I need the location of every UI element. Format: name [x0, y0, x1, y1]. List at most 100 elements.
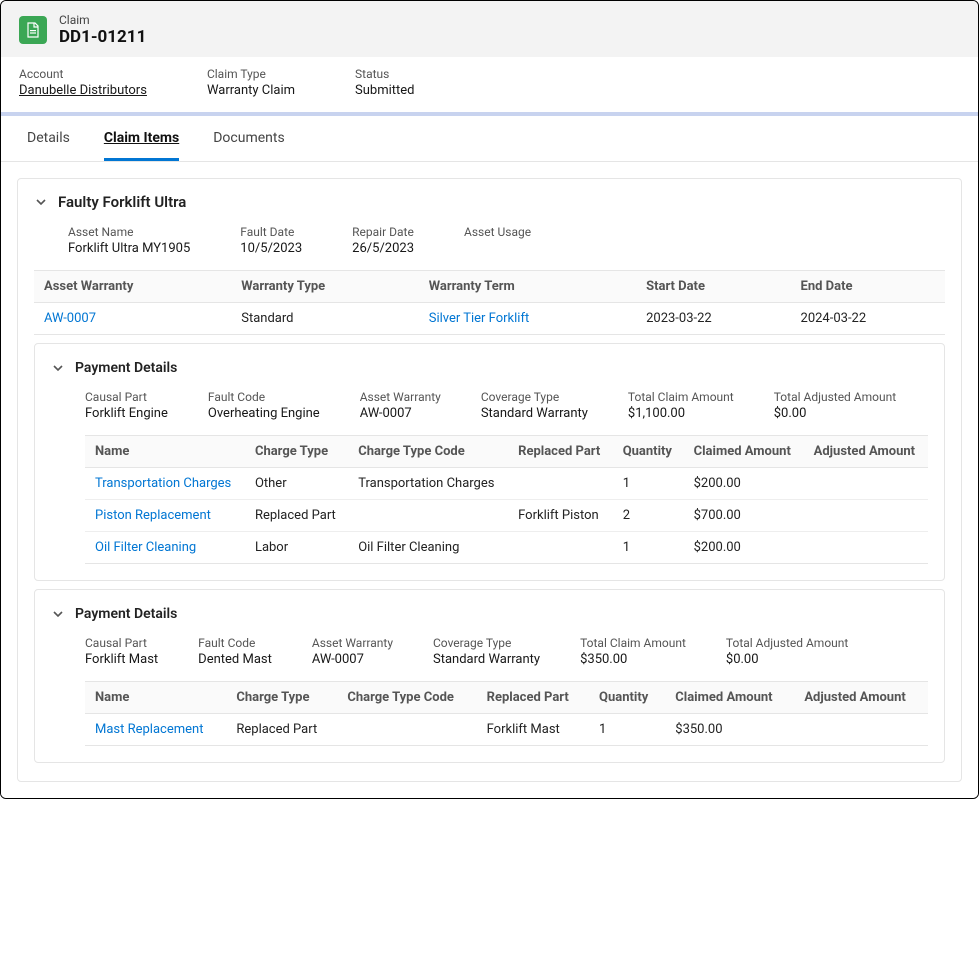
p2-total-label: Total Claim Amount — [580, 636, 686, 650]
summary-account-link[interactable]: Danubelle Distributors — [19, 83, 147, 98]
th-replaced: Replaced Part — [508, 436, 613, 468]
chevron-down-icon — [51, 608, 65, 620]
content: Faulty Forklift Ultra Asset Name Forklif… — [1, 162, 978, 798]
table-row: Piston Replacement Replaced Part Forklif… — [85, 500, 928, 532]
table-row: Transportation Charges Other Transportat… — [85, 468, 928, 500]
p1-causal-label: Causal Part — [85, 390, 168, 404]
th-charge-code: Charge Type Code — [348, 436, 508, 468]
th-name: Name — [85, 436, 245, 468]
p1-adj-label: Total Adjusted Amount — [774, 390, 896, 404]
warranty-start-value: 2023-03-22 — [636, 303, 790, 335]
summary-claim-type-value: Warranty Claim — [207, 83, 295, 98]
app-frame: Claim DD1-01211 Account Danubelle Distri… — [0, 0, 979, 799]
th-qty: Quantity — [589, 682, 665, 714]
exp-name-link[interactable]: Oil Filter Cleaning — [95, 540, 196, 555]
exp-rp — [508, 468, 613, 500]
p2-cov-value: Standard Warranty — [433, 652, 540, 667]
claim-icon — [19, 16, 47, 44]
p1-cov-value: Standard Warranty — [481, 406, 588, 421]
table-row: Oil Filter Cleaning Labor Oil Filter Cle… — [85, 532, 928, 564]
th-charge-type: Charge Type — [226, 682, 337, 714]
p1-fault-label: Fault Code — [208, 390, 320, 404]
warranty-end-value: 2024-03-22 — [791, 303, 945, 335]
p2-causal-label: Causal Part — [85, 636, 158, 650]
exp-header-row: Name Charge Type Charge Type Code Replac… — [85, 436, 928, 468]
exp-ct: Other — [245, 468, 348, 500]
payment2-fields: Causal PartForklift Mast Fault CodeDente… — [35, 630, 944, 681]
p1-causal-link[interactable]: Forklift Engine — [85, 406, 168, 421]
warranty-term-link[interactable]: Silver Tier Forklift — [429, 311, 530, 326]
claim-item-header[interactable]: Faulty Forklift Ultra — [18, 193, 961, 219]
asset-name-link[interactable]: Forklift Ultra MY1905 — [68, 241, 190, 256]
summary-claim-type-label: Claim Type — [207, 67, 295, 81]
exp-name-link[interactable]: Mast Replacement — [95, 722, 203, 737]
claim-item-title: Faulty Forklift Ultra — [58, 193, 186, 211]
table-row: Mast Replacement Replaced Part Forklift … — [85, 714, 928, 746]
th-charge-type: Charge Type — [245, 436, 348, 468]
summary-claim-type: Claim Type Warranty Claim — [207, 67, 295, 98]
p2-aw-link[interactable]: AW-0007 — [312, 652, 393, 667]
tab-details[interactable]: Details — [27, 116, 70, 161]
payment2-title: Payment Details — [75, 606, 177, 622]
record-title: DD1-01211 — [59, 27, 146, 47]
exp-ct: Replaced Part — [245, 500, 348, 532]
payment1-header[interactable]: Payment Details — [35, 356, 944, 384]
p2-adj-label: Total Adjusted Amount — [726, 636, 848, 650]
tab-claim-items[interactable]: Claim Items — [104, 116, 179, 161]
exp-ctc — [337, 714, 476, 746]
exp-name-link[interactable]: Transportation Charges — [95, 476, 231, 491]
warranty-type-value: Standard — [231, 303, 418, 335]
chevron-down-icon — [51, 362, 65, 374]
payment2-header[interactable]: Payment Details — [35, 602, 944, 630]
p2-total-value: $350.00 — [580, 652, 686, 667]
claim-item-card: Faulty Forklift Ultra Asset Name Forklif… — [17, 178, 962, 782]
th-adjusted: Adjusted Amount — [804, 436, 928, 468]
tab-documents[interactable]: Documents — [213, 116, 284, 161]
exp-adj — [804, 532, 928, 564]
p2-fault-link[interactable]: Dented Mast — [198, 652, 272, 667]
fault-date-value: 10/5/2023 — [240, 241, 302, 256]
th-name: Name — [85, 682, 226, 714]
p1-adj-value: $0.00 — [774, 406, 896, 421]
warranty-table: Asset Warranty Warranty Type Warranty Te… — [34, 270, 945, 335]
record-header: Claim DD1-01211 — [1, 1, 978, 57]
th-claimed: Claimed Amount — [665, 682, 794, 714]
payment2-expense-table: Name Charge Type Charge Type Code Replac… — [85, 681, 928, 746]
summary-status: Status Submitted — [355, 67, 414, 98]
p2-adj-value: $0.00 — [726, 652, 848, 667]
th-warranty-term: Warranty Term — [419, 271, 636, 303]
summary-account: Account Danubelle Distributors — [19, 67, 147, 98]
p1-fault-link[interactable]: Overheating Engine — [208, 406, 320, 421]
exp-claimed: $350.00 — [665, 714, 794, 746]
tabs: Details Claim Items Documents — [1, 116, 978, 162]
exp-rp: Forklift Mast — [477, 714, 589, 746]
payment1-expense-table: Name Charge Type Charge Type Code Replac… — [85, 435, 928, 564]
p1-total-value: $1,100.00 — [628, 406, 734, 421]
chevron-down-icon — [34, 196, 48, 208]
exp-claimed: $200.00 — [684, 468, 804, 500]
th-end-date: End Date — [791, 271, 945, 303]
payment1-title: Payment Details — [75, 360, 177, 376]
payment-details-1: Payment Details Causal Part Forklift Engi… — [34, 343, 945, 581]
exp-claimed: $700.00 — [684, 500, 804, 532]
header-text: Claim DD1-01211 — [59, 13, 146, 47]
repair-date-value: 26/5/2023 — [352, 241, 414, 256]
warranty-header-row: Asset Warranty Warranty Type Warranty Te… — [34, 271, 945, 303]
summary-status-value: Submitted — [355, 83, 414, 98]
payment1-fields: Causal Part Forklift Engine Fault Code Ove… — [35, 384, 944, 435]
exp-adj — [794, 714, 928, 746]
p1-aw-link[interactable]: AW-0007 — [360, 406, 441, 421]
exp-ctc: Oil Filter Cleaning — [348, 532, 508, 564]
exp-adj — [804, 468, 928, 500]
th-charge-code: Charge Type Code — [337, 682, 476, 714]
th-warranty-type: Warranty Type — [231, 271, 418, 303]
exp-rp — [508, 532, 613, 564]
payment-details-2: Payment Details Causal Part Forklift Mast… — [34, 589, 945, 763]
th-asset-warranty: Asset Warranty — [34, 271, 231, 303]
th-replaced: Replaced Part — [477, 682, 589, 714]
warranty-asset-link[interactable]: AW-0007 — [44, 311, 96, 326]
exp-adj — [804, 500, 928, 532]
exp-name-link[interactable]: Piston Replacement — [95, 508, 211, 523]
p2-causal-link[interactable]: Forklift Mast — [85, 652, 158, 667]
exp-qty: 2 — [613, 500, 684, 532]
